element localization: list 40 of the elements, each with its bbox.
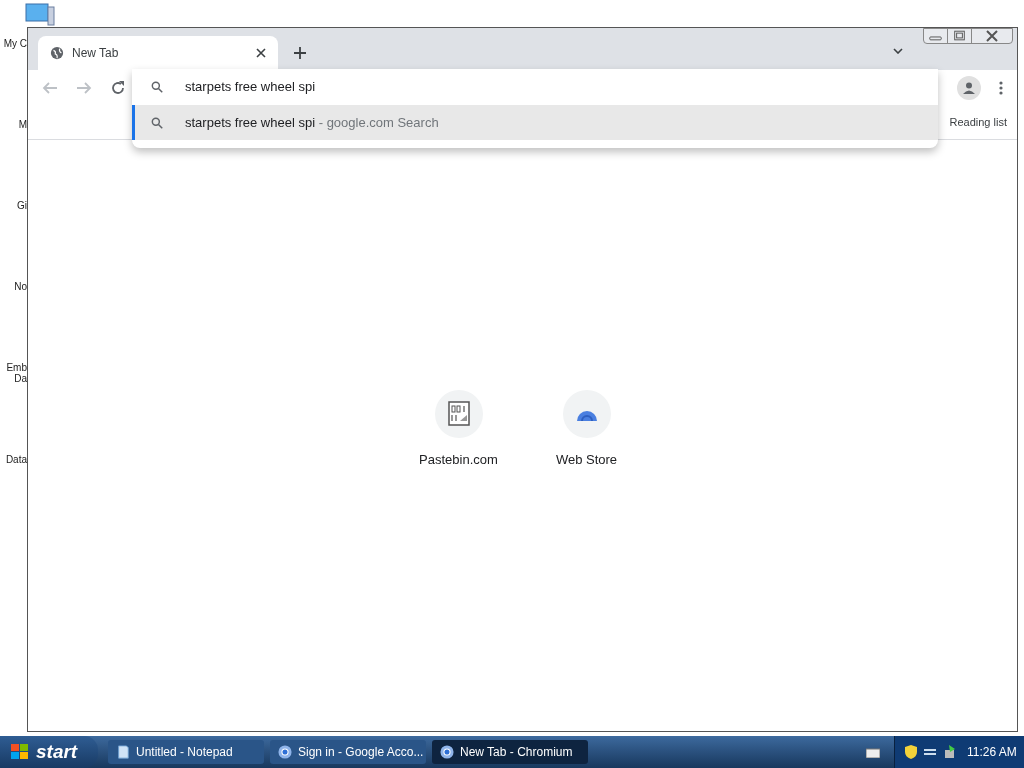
suggestion-row[interactable]: starpets free wheel spi - google.com Search: [132, 105, 938, 140]
search-icon: [150, 115, 164, 130]
desktop-icon-label[interactable]: Gi: [0, 200, 27, 211]
clock: 11:26 AM: [967, 744, 1017, 761]
new-tab-icon[interactable]: [294, 47, 306, 59]
desktop-icon-label[interactable]: My C: [0, 38, 27, 49]
reading-list-button[interactable]: Reading list: [949, 114, 1007, 131]
address-field[interactable]: starpets free wheel spi: [132, 69, 938, 105]
computer-icon: [24, 2, 56, 28]
search-icon: [150, 80, 164, 94]
globe-icon: [50, 46, 64, 60]
windows-logo-icon: [10, 743, 30, 761]
browser-icon: [278, 745, 292, 759]
binary-file-icon: [446, 401, 471, 427]
shortcut-title: Pastebin.com: [419, 451, 498, 469]
menu-icon[interactable]: [999, 81, 1003, 95]
taskbar-task[interactable]: Sign in - Google Acco...: [270, 740, 426, 764]
reload-icon[interactable]: [110, 80, 126, 96]
close-icon[interactable]: [256, 48, 266, 58]
desktop-icon-label[interactable]: No: [0, 281, 27, 292]
address-text: starpets free wheel spi: [185, 78, 316, 97]
desktop-icon-label[interactable]: Emb Da: [0, 362, 27, 384]
tab-title: New Tab: [72, 45, 120, 62]
update-icon[interactable]: [943, 745, 957, 759]
chevron-down-icon[interactable]: [893, 48, 903, 54]
notepad-icon: [116, 745, 130, 759]
desktop-icon-label[interactable]: Data: [0, 454, 27, 465]
browser-tab[interactable]: New Tab: [38, 36, 278, 70]
taskbar-task[interactable]: New Tab - Chromium: [432, 740, 588, 764]
shortcut-tile[interactable]: Pastebin.com: [418, 390, 499, 731]
suggestion-text: starpets free wheel spi - google.com Search: [185, 113, 439, 132]
start-button[interactable]: start: [0, 736, 98, 768]
shortcut-tile[interactable]: Web Store: [546, 390, 627, 731]
shortcut-title: Web Store: [555, 451, 618, 469]
shield-icon[interactable]: [905, 745, 917, 759]
keyboard-icon[interactable]: [866, 746, 880, 758]
taskbar-task[interactable]: Untitled - Notepad: [108, 740, 264, 764]
browser-icon: [440, 745, 454, 759]
desktop-icon-label[interactable]: M: [0, 119, 27, 130]
avatar-icon[interactable]: [957, 76, 981, 100]
